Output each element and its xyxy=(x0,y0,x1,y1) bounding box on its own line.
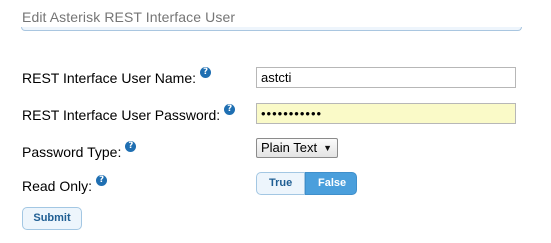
question-mark-icon[interactable]: ? xyxy=(200,67,212,78)
username-input[interactable] xyxy=(256,67,516,88)
question-mark-icon[interactable]: ? xyxy=(224,104,236,115)
password-type-selected-value: Plain Text xyxy=(261,140,318,155)
section-title-rule xyxy=(21,27,522,31)
read-only-row-label: Read Only: ? xyxy=(22,175,108,194)
read-only-toggle: True False xyxy=(256,172,357,195)
question-mark-icon[interactable]: ? xyxy=(125,141,137,152)
read-only-true-button[interactable]: True xyxy=(256,172,305,195)
password-type-label: Password Type: xyxy=(22,144,122,160)
password-label: REST Interface User Password: xyxy=(22,107,221,123)
question-mark-icon[interactable]: ? xyxy=(96,175,108,186)
submit-button[interactable]: Submit xyxy=(22,207,82,230)
password-type-select[interactable]: Plain Text ▼ xyxy=(256,138,339,158)
password-type-row-label: Password Type: ? xyxy=(22,141,137,160)
triangle-down-icon: ▼ xyxy=(323,143,333,153)
password-row-label: REST Interface User Password: ? xyxy=(22,104,236,123)
read-only-false-button[interactable]: False xyxy=(305,172,357,195)
username-row-label: REST Interface User Name: ? xyxy=(22,67,212,86)
read-only-label: Read Only: xyxy=(22,178,93,194)
username-label: REST Interface User Name: xyxy=(22,70,197,86)
password-input[interactable] xyxy=(256,103,516,124)
section-title: Edit Asterisk REST Interface User xyxy=(22,9,236,25)
